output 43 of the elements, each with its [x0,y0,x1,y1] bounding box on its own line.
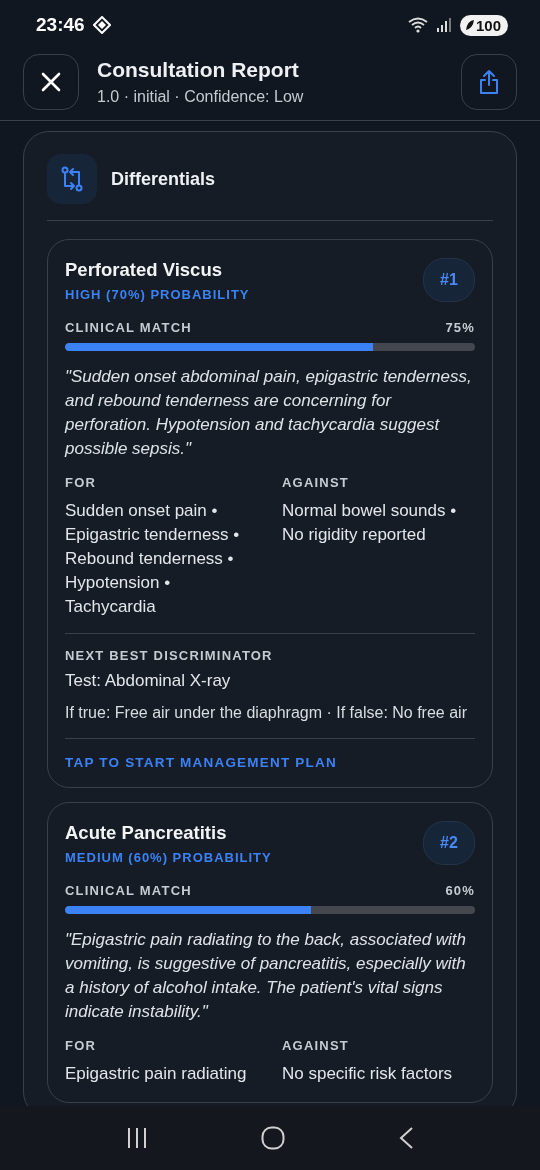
discriminator-test: Test: Abdominal X-ray [65,670,232,692]
against-label: AGAINST [282,1038,350,1053]
status-time: 23:46 [36,14,85,36]
share-icon [478,69,500,95]
battery-level: 100 [475,16,501,34]
wifi-icon [407,17,428,33]
rationale-text: "Epigastric pain radiating to the back, associated with vomiting, is suggestive of pancreatitis, especially with a history of alcohol intake. The patient's vital signs indicate instability." [65,929,468,1023]
share-button[interactable] [461,54,517,110]
against-findings: No specific risk factors [282,1063,454,1085]
discriminator-label: NEXT BEST DISCRIMINATOR [65,648,274,663]
discriminator-outcome: If true: Free air under the diaphragm · If false: No free air [65,703,468,723]
rationale-text: "Sudden onset abdominal pain, epigastric tenderness, and rebound tenderness are concerning for perforation. Hypotension and tachycardia suggest possible sepsis." [65,366,473,460]
back-icon[interactable] [397,1126,414,1150]
page-subtitle: 1.0 · initial · Confidence: Low [97,88,305,106]
probability-label: MEDIUM (60%) PROBABILITY [65,849,272,865]
rank-badge: #1 [423,258,475,302]
close-icon [41,72,61,92]
signal-icon [435,17,452,33]
leaf-icon [464,19,475,31]
differential-card[interactable] [47,239,493,788]
compare-arrows-icon [47,154,97,204]
match-value: 75% [445,320,475,335]
management-plan-link[interactable]: TAP TO START MANAGEMENT PLAN [65,755,337,770]
diagnosis-name: Perforated Viscus [65,258,222,280]
diagnosis-name: Acute Pancreatitis [65,821,227,843]
rank-badge: #2 [423,821,475,865]
for-findings: Epigastric pain radiating [65,1063,248,1085]
against-findings: Normal bowel sounds • No rigidity reported [282,500,458,546]
section-title: Differentials [111,168,216,190]
for-label: FOR [65,1038,98,1053]
for-label: FOR [65,475,98,490]
probability-label: HIGH (70%) PROBABILITY [65,286,250,302]
close-button[interactable] [23,54,79,110]
match-label: CLINICAL MATCH [65,883,192,898]
diamond-icon [92,16,111,34]
home-icon[interactable] [261,1126,285,1150]
differential-card[interactable] [47,802,493,1103]
page-title: Consultation Report [97,58,300,82]
for-findings: Sudden onset pain • Epigastric tenderness • Rebound tenderness • Hypotension • Tachycardia [65,500,241,618]
recent-apps-icon[interactable] [126,1127,149,1149]
match-value: 60% [445,883,475,898]
against-label: AGAINST [282,475,350,490]
match-label: CLINICAL MATCH [65,320,192,335]
